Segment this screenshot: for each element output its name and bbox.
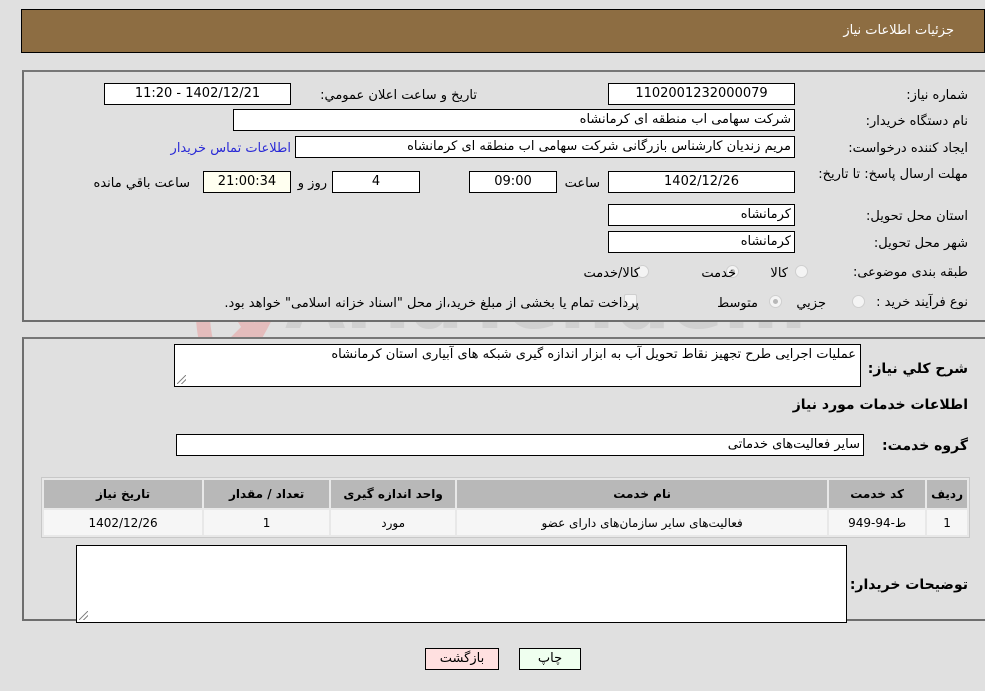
page-title: جزئیات اطلاعات نیاز [843, 23, 954, 38]
time-remaining-field: 21:00:34 [203, 171, 291, 193]
service-group-label: گروه خدمت: [882, 438, 968, 454]
cell-quantity: 1 [204, 510, 330, 535]
description-textarea[interactable]: عملیات اجرایی طرح تجهیز نقاط تحویل آب به… [174, 344, 861, 387]
need-info-panel: شماره نیاز: 1102001232000079 تاریخ و ساع… [22, 70, 985, 322]
cell-row-number: 1 [927, 510, 967, 535]
delivery-city-label: شهر محل تحويل: [873, 236, 968, 251]
requester-field[interactable]: مریم زندیان کارشناس بازرگانی شرکت سهامی … [295, 136, 795, 158]
services-heading: اطلاعات خدمات مورد نياز [792, 397, 968, 413]
purchase-type-radio-minor[interactable] [852, 295, 865, 308]
purchase-type-radio-medium[interactable] [769, 295, 782, 308]
buyer-org-label: نام دستگاه خريدار: [865, 114, 968, 129]
delivery-province-field[interactable]: کرمانشاه [608, 204, 795, 226]
purchase-type-option-minor: جزيي [796, 296, 826, 311]
description-text: عملیات اجرایی طرح تجهیز نقاط تحویل آب به… [331, 347, 856, 362]
print-button[interactable]: چاپ [519, 648, 581, 670]
buyer-notes-textarea[interactable] [76, 545, 847, 623]
time-remaining-label: ساعت باقي مانده [93, 176, 190, 191]
purchase-type-label: نوع فرآيند خريد : [876, 295, 968, 310]
table-row: 1 ط-94-949 فعالیت‌های سایر سازمان‌های دا… [44, 510, 967, 535]
page-header: جزئیات اطلاعات نیاز [21, 9, 985, 53]
category-label: طبقه بندی موضوعی: [852, 265, 968, 280]
purchase-type-option-medium: متوسط [717, 296, 758, 311]
cell-unit: مورد [331, 510, 456, 535]
deadline-time-label: ساعت [564, 176, 600, 191]
back-button[interactable]: بازگشت [425, 648, 499, 670]
days-label: روز و [297, 176, 327, 191]
deadline-date-field[interactable]: 1402/12/26 [608, 171, 795, 193]
resize-handle-icon[interactable] [79, 611, 88, 620]
category-option-service: خدمت [701, 266, 736, 281]
need-number-field[interactable]: 1102001232000079 [608, 83, 795, 105]
cell-service-name: فعالیت‌های سایر سازمان‌های دارای عضو [457, 510, 828, 535]
col-header-row-number: رديف [927, 480, 967, 508]
description-label: شرح کلي نياز: [867, 361, 968, 377]
deadline-label: مهلت ارسال پاسخ: تا تاريخ: [818, 167, 968, 182]
col-header-service-code: کد خدمت [829, 480, 926, 508]
category-radio-goods[interactable] [795, 265, 808, 278]
resize-handle-icon[interactable] [177, 375, 186, 384]
col-header-unit: واحد اندازه گيری [331, 480, 456, 508]
service-group-field[interactable]: سایر فعالیت‌های خدماتی [176, 434, 864, 456]
delivery-city-field[interactable]: کرمانشاه [608, 231, 795, 253]
requester-label: ايجاد کننده درخواست: [848, 141, 968, 156]
category-option-goods: کالا [770, 266, 788, 281]
col-header-service-name: نام خدمت [457, 480, 828, 508]
buyer-org-field[interactable]: شرکت سهامی اب منطقه ای کرمانشاه [233, 109, 795, 131]
cell-need-date: 1402/12/26 [44, 510, 203, 535]
category-option-goods-service: کالا/خدمت [583, 266, 640, 281]
services-table: رديف کد خدمت نام خدمت واحد اندازه گيری ت… [41, 477, 970, 538]
col-header-need-date: تاريخ نياز [44, 480, 203, 508]
buyer-notes-label: توضيحات خريدار: [849, 577, 968, 593]
col-header-quantity: تعداد / مقدار [204, 480, 330, 508]
announce-datetime-field[interactable]: 1402/12/21 - 11:20 [104, 83, 291, 105]
service-details-panel: شرح کلي نياز: عملیات اجرایی طرح تجهیز نق… [22, 337, 985, 623]
need-number-label: شماره نیاز: [906, 88, 968, 103]
deadline-time-field[interactable]: 09:00 [469, 171, 557, 193]
delivery-province-label: استان محل تحويل: [866, 209, 968, 224]
cell-service-code: ط-94-949 [829, 510, 926, 535]
treasury-note: پرداخت تمام يا بخشی از مبلغ خريد،از محل … [224, 296, 639, 311]
days-remaining-field[interactable]: 4 [332, 171, 420, 193]
table-header-row: رديف کد خدمت نام خدمت واحد اندازه گيری ت… [44, 480, 967, 508]
buyer-contact-link[interactable]: اطلاعات تماس خريدار [171, 141, 291, 156]
announce-datetime-label: تاریخ و ساعت اعلان عمومي: [320, 88, 477, 103]
